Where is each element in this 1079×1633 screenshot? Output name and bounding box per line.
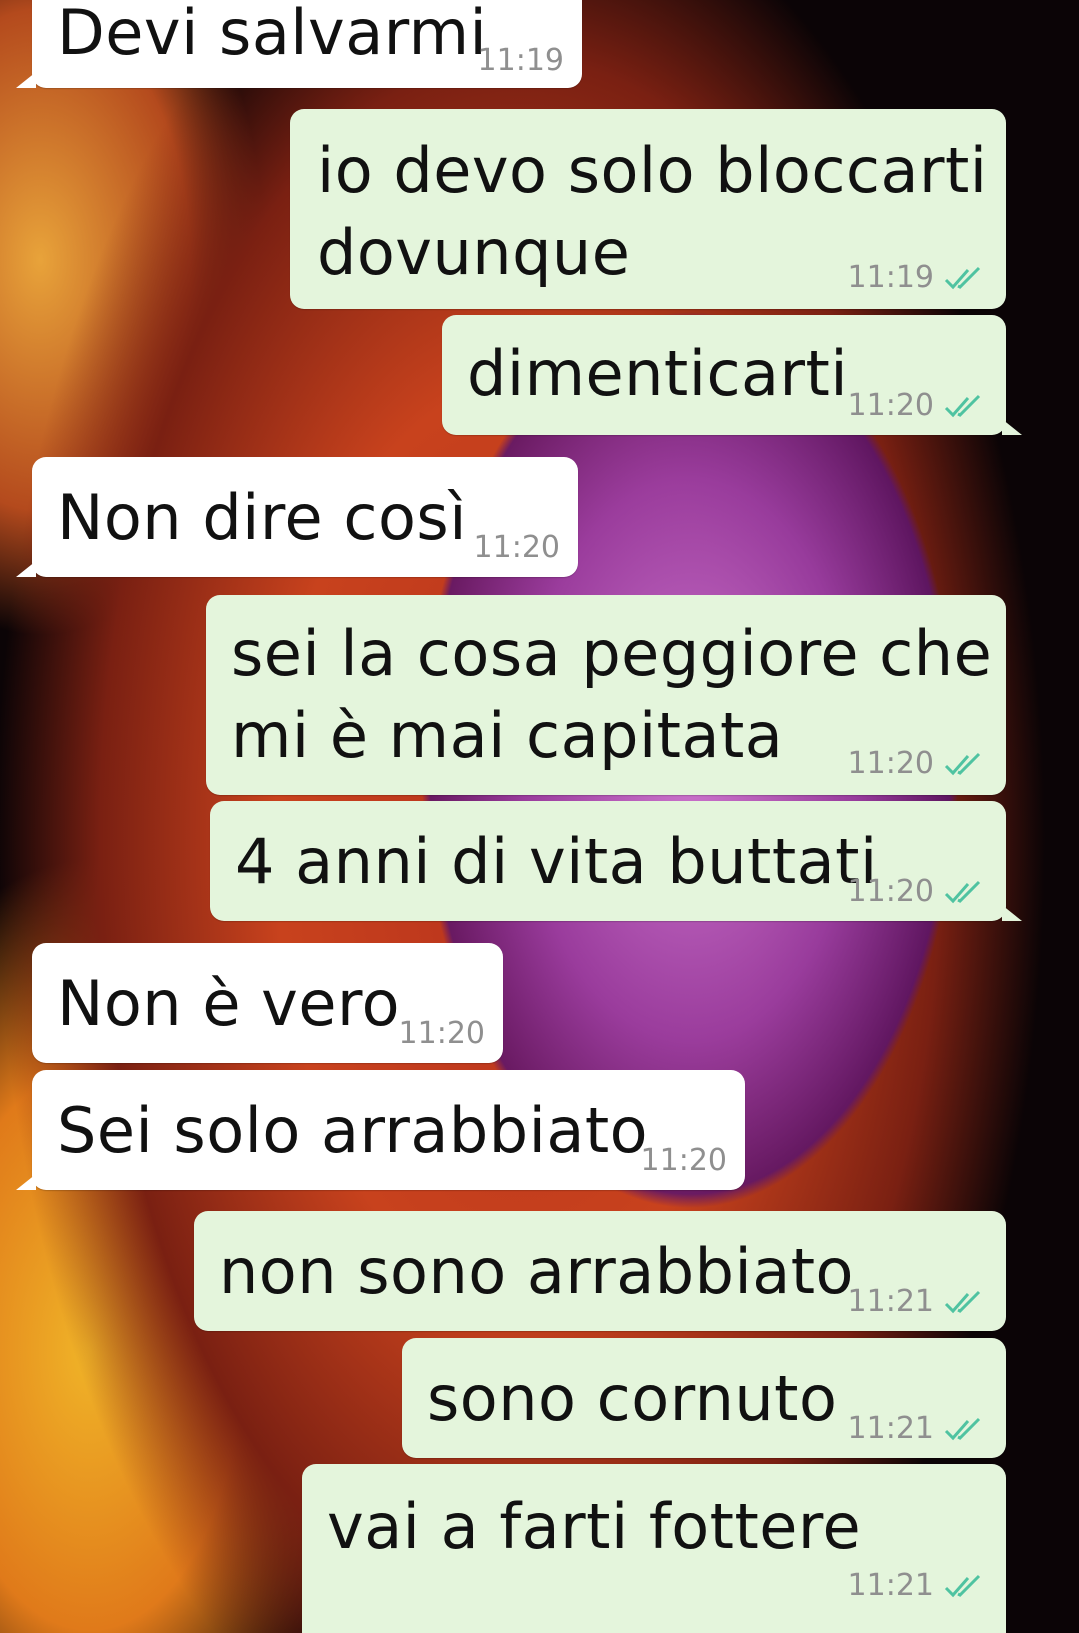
message-bubble-incoming[interactable]: Devi salvarmi 11:19 — [16, 0, 582, 88]
message-bubble-incoming[interactable]: Sei solo arrabbiato 11:20 — [16, 1070, 745, 1190]
message-bubble-outgoing[interactable]: vai a farti fottere 11:21 — [302, 1464, 1006, 1633]
message-bubble-incoming[interactable]: Non dire così 11:20 — [16, 457, 578, 577]
message-bubble-outgoing[interactable]: non sono arrabbiato 11:21 — [194, 1211, 1006, 1331]
message-text: Sei solo arrabbiato — [57, 1094, 649, 1167]
message-time: 11:21 — [847, 1411, 934, 1446]
double-check-icon — [944, 1574, 981, 1597]
double-check-icon — [944, 266, 981, 289]
message-list[interactable]: Devi salvarmi 11:19 io devo solo bloccar… — [0, 0, 1079, 1633]
message-bubble-outgoing[interactable]: sei la cosa peggiore che mi è mai capita… — [206, 595, 1006, 795]
message-time: 11:20 — [473, 530, 560, 565]
double-check-icon — [944, 1417, 981, 1440]
message-time: 11:19 — [477, 43, 564, 78]
message-bubble-outgoing[interactable]: io devo solo bloccarti dovunque 11:19 — [290, 109, 1006, 309]
double-check-icon — [944, 880, 981, 903]
message-time: 11:20 — [847, 388, 934, 423]
message-text: Non dire così — [57, 481, 467, 554]
message-text: dimenticarti — [467, 337, 849, 410]
message-time: 11:20 — [847, 874, 934, 909]
double-check-icon — [944, 1290, 981, 1313]
double-check-icon — [944, 394, 981, 417]
message-time: 11:21 — [847, 1568, 934, 1603]
message-bubble-incoming[interactable]: Non è vero 11:20 — [32, 943, 503, 1063]
message-time: 11:19 — [847, 260, 934, 295]
message-bubble-outgoing[interactable]: sono cornuto 11:21 — [402, 1338, 1006, 1458]
double-check-icon — [944, 752, 981, 775]
message-bubble-outgoing[interactable]: dimenticarti 11:20 — [442, 315, 1022, 435]
message-text: vai a farti fottere — [327, 1490, 862, 1563]
message-time: 11:20 — [640, 1143, 727, 1178]
message-time: 11:20 — [398, 1016, 485, 1051]
message-time: 11:20 — [847, 746, 934, 781]
message-text: non sono arrabbiato — [219, 1235, 854, 1308]
message-text: sono cornuto — [427, 1362, 838, 1435]
message-time: 11:21 — [847, 1284, 934, 1319]
message-bubble-outgoing[interactable]: 4 anni di vita buttati 11:20 — [210, 801, 1022, 921]
message-text: Devi salvarmi — [57, 0, 488, 69]
message-text: 4 anni di vita buttati — [235, 825, 878, 898]
message-text: Non è vero — [57, 967, 401, 1040]
